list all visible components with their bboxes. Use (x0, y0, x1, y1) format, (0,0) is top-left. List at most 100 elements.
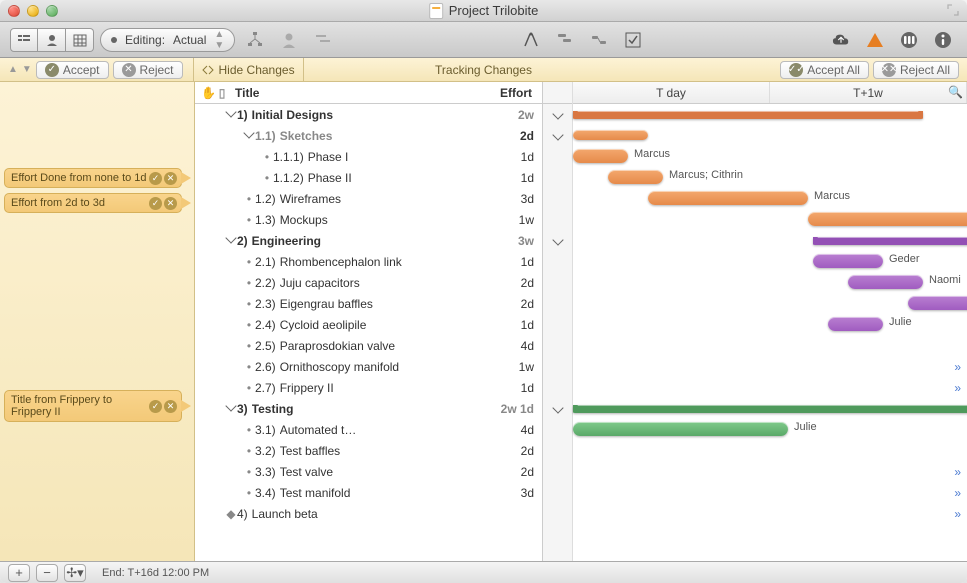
gantt-row[interactable]: » (573, 356, 967, 377)
note-column-icon[interactable]: ▯ (215, 86, 229, 100)
gantt-row-disclosure[interactable] (543, 230, 572, 251)
catchup-icon[interactable] (619, 28, 647, 52)
gantt-row[interactable]: Marcus; Cithrin (573, 167, 967, 188)
hand-column-icon[interactable]: ✋ (201, 86, 215, 100)
gantt-row[interactable] (573, 440, 967, 461)
gantt-bar[interactable]: Naomi (848, 275, 923, 289)
change-bubble[interactable]: Effort from 2d to 3d ✓ ✕ (4, 193, 182, 213)
view-resource-button[interactable] (38, 28, 66, 52)
outline-row[interactable]: • 1.3) Mockups 1w (195, 209, 542, 230)
outline-row[interactable]: • 2.4) Cycloid aeolipile 1d (195, 314, 542, 335)
disclosure-triangle[interactable] (225, 108, 237, 121)
gantt-row[interactable] (573, 104, 967, 125)
reject-all-button[interactable]: ✕✕Reject All (873, 61, 959, 79)
gantt-row[interactable] (573, 230, 967, 251)
outline-row[interactable]: • 3.2) Test baffles 2d (195, 440, 542, 461)
gantt-row[interactable] (573, 335, 967, 356)
effort-column-header[interactable]: Effort (486, 86, 536, 100)
gantt-bar[interactable]: Geder (813, 254, 883, 268)
add-button[interactable]: + (8, 564, 30, 582)
outline-row[interactable]: • 2.6) Ornithoscopy manifold 1w (195, 356, 542, 377)
outline-row[interactable]: • 1.2) Wireframes 3d (195, 188, 542, 209)
outline-row[interactable]: 2) Engineering 3w (195, 230, 542, 251)
view-calendar-button[interactable] (66, 28, 94, 52)
gantt-bar[interactable] (813, 237, 967, 245)
outline-row[interactable]: • 2.2) Juju capacitors 2d (195, 272, 542, 293)
gantt-row-disclosure[interactable] (543, 104, 572, 125)
gantt-bar[interactable] (573, 111, 923, 119)
gantt-bar[interactable]: Marcus (808, 212, 967, 226)
gantt-row[interactable]: » (573, 482, 967, 503)
outline-row[interactable]: • 2.7) Frippery II 1d (195, 377, 542, 398)
accept-change-icon[interactable]: ✓ (149, 400, 162, 413)
gantt-bar[interactable]: Marcus (648, 191, 808, 205)
sync-icon[interactable] (827, 28, 855, 52)
close-window-button[interactable] (8, 5, 20, 17)
outline-row[interactable]: • 3.4) Test manifold 3d (195, 482, 542, 503)
gantt-row[interactable]: Julie (573, 419, 967, 440)
remove-button[interactable]: − (36, 564, 58, 582)
gantt-chart[interactable]: T day T+1w 🔍 MarcusMarcus; CithrinMarcus… (573, 82, 967, 561)
disclosure-triangle[interactable] (243, 129, 255, 142)
gantt-row[interactable]: Naomi (573, 272, 967, 293)
accept-button[interactable]: ✓Accept (36, 61, 109, 79)
outline-row[interactable]: • 2.3) Eigengrau baffles 2d (195, 293, 542, 314)
gantt-row[interactable]: » (573, 377, 967, 398)
gantt-row[interactable]: » (573, 461, 967, 482)
gantt-row[interactable]: Geder (573, 251, 967, 272)
reject-button[interactable]: ✕Reject (113, 61, 183, 79)
split-icon[interactable] (517, 28, 545, 52)
editing-mode-selector[interactable]: Editing: Actual ▲▼ (100, 28, 235, 52)
outline-row[interactable]: • 2.5) Paraprosdokian valve 4d (195, 335, 542, 356)
gantt-bar[interactable] (573, 405, 967, 413)
outline-row[interactable]: 1) Initial Designs 2w (195, 104, 542, 125)
accept-all-button[interactable]: ✓✓Accept All (780, 61, 869, 79)
change-bubble[interactable]: Effort Done from none to 1d ✓ ✕ (4, 168, 182, 188)
next-change-button[interactable]: ▼ (22, 64, 32, 75)
stop-icon[interactable] (895, 28, 923, 52)
disclosure-triangle[interactable] (225, 234, 237, 247)
view-outline-button[interactable] (10, 28, 38, 52)
reject-change-icon[interactable]: ✕ (164, 172, 177, 185)
outline-row[interactable]: • 3.1) Automated t… 4d (195, 419, 542, 440)
gantt-bar[interactable]: Julie (828, 317, 883, 331)
accept-change-icon[interactable]: ✓ (149, 172, 162, 185)
gantt-row[interactable] (573, 125, 967, 146)
indent-icon[interactable] (309, 28, 337, 52)
person-icon[interactable] (275, 28, 303, 52)
gantt-row[interactable] (573, 398, 967, 419)
outline-row[interactable]: ◆ 4) Launch beta (195, 503, 542, 524)
zoom-window-button[interactable] (46, 5, 58, 17)
change-bubble[interactable]: Title from Frippery to Frippery II ✓ ✕ (4, 390, 182, 422)
hide-changes-button[interactable]: Hide Changes (193, 58, 304, 81)
minimize-window-button[interactable] (27, 5, 39, 17)
gantt-row[interactable]: Marcus (573, 188, 967, 209)
gantt-bar[interactable] (573, 130, 648, 140)
gantt-row[interactable]: » (573, 503, 967, 524)
reject-change-icon[interactable]: ✕ (164, 400, 177, 413)
chain-icon[interactable] (585, 28, 613, 52)
zoom-icon[interactable]: 🔍 (948, 85, 963, 99)
accept-change-icon[interactable]: ✓ (149, 197, 162, 210)
gantt-row[interactable]: Julie (573, 314, 967, 335)
gantt-bar[interactable]: Julie (573, 422, 788, 436)
gantt-row-disclosure[interactable] (543, 125, 572, 146)
outline-row[interactable]: 1.1) Sketches 2d (195, 125, 542, 146)
title-column-header[interactable]: Title (235, 86, 486, 100)
gear-button[interactable]: ✢▾ (64, 564, 86, 582)
info-icon[interactable] (929, 28, 957, 52)
gantt-row-disclosure[interactable] (543, 398, 572, 419)
outline-row[interactable]: • 1.1.1) Phase I 1d (195, 146, 542, 167)
reject-change-icon[interactable]: ✕ (164, 197, 177, 210)
outline-row[interactable]: • 3.3) Test valve 2d (195, 461, 542, 482)
outline-row[interactable]: 3) Testing 2w 1d (195, 398, 542, 419)
gantt-bar[interactable]: Marcus; Cithrin (608, 170, 663, 184)
hierarchy-icon[interactable] (241, 28, 269, 52)
gantt-bar[interactable] (908, 296, 967, 310)
outline-row[interactable]: • 1.1.2) Phase II 1d (195, 167, 542, 188)
fullscreen-icon[interactable] (947, 4, 959, 16)
leveling-icon[interactable] (551, 28, 579, 52)
prev-change-button[interactable]: ▲ (8, 64, 18, 75)
gantt-row[interactable]: Marcus (573, 146, 967, 167)
gantt-row[interactable]: Marcus (573, 209, 967, 230)
